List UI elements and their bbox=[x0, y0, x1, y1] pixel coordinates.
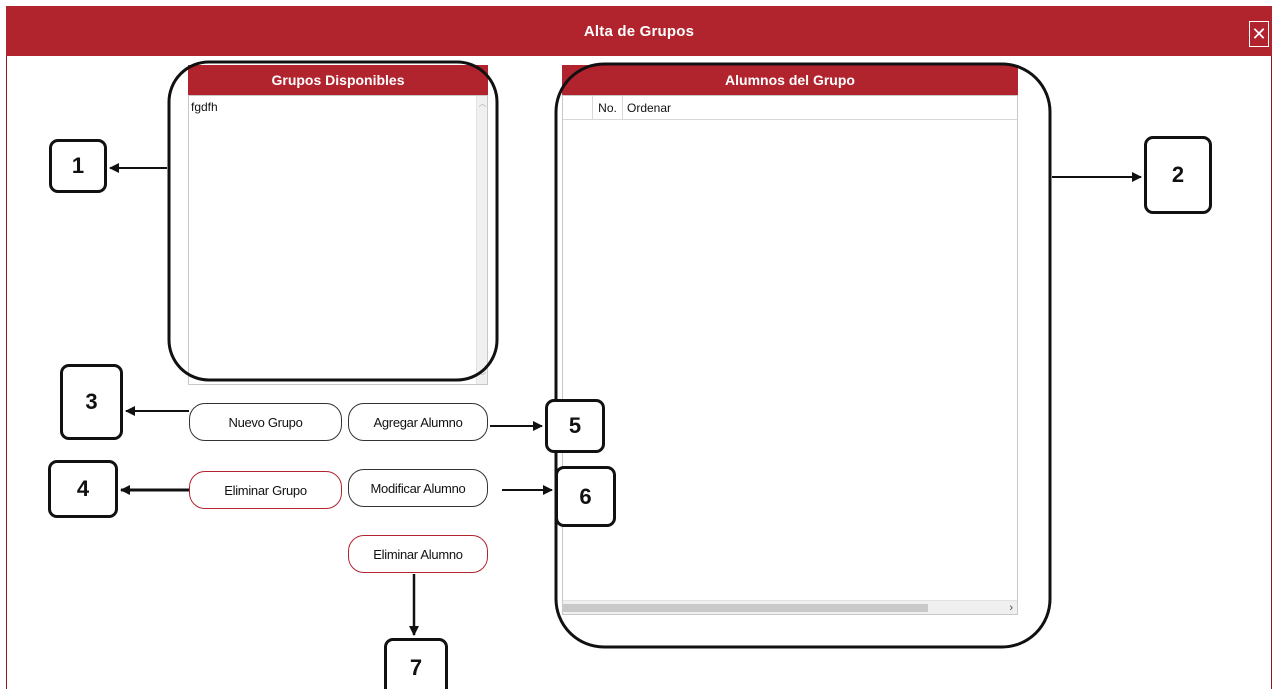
groups-vertical-scrollbar[interactable]: ︿ ﹀ bbox=[476, 96, 487, 384]
callout-2: 2 bbox=[1144, 136, 1212, 214]
students-panel-title: Alumnos del Grupo bbox=[725, 72, 855, 88]
students-panel-header: Alumnos del Grupo bbox=[562, 65, 1018, 95]
column-header-select bbox=[563, 96, 593, 120]
modificar-alumno-button[interactable]: Modificar Alumno bbox=[348, 469, 488, 507]
scroll-down-icon[interactable]: ﹀ bbox=[478, 371, 487, 382]
callout-1: 1 bbox=[49, 139, 107, 193]
group-list-item[interactable]: fgdfh bbox=[191, 100, 218, 114]
title-bar: Alta de Grupos ✕ bbox=[6, 6, 1272, 56]
groups-list[interactable]: fgdfh ︿ ﹀ bbox=[188, 95, 488, 385]
nuevo-grupo-button[interactable]: Nuevo Grupo bbox=[189, 403, 342, 441]
groups-panel-title: Grupos Disponibles bbox=[271, 72, 405, 88]
groups-panel-header: Grupos Disponibles bbox=[188, 65, 488, 95]
callout-4: 4 bbox=[48, 460, 118, 518]
students-table[interactable]: No. Ordenar › bbox=[562, 95, 1018, 615]
scrollbar-thumb[interactable] bbox=[563, 604, 928, 612]
callout-5: 5 bbox=[545, 399, 605, 453]
close-button[interactable]: ✕ bbox=[1249, 21, 1269, 47]
callout-3: 3 bbox=[60, 364, 123, 440]
callout-7: 7 bbox=[384, 638, 448, 689]
students-horizontal-scrollbar[interactable]: › bbox=[563, 600, 1017, 614]
table-header-row: No. Ordenar bbox=[563, 96, 1017, 120]
scroll-up-icon[interactable]: ︿ bbox=[478, 98, 487, 109]
agregar-alumno-button[interactable]: Agregar Alumno bbox=[348, 403, 488, 441]
callout-6: 6 bbox=[555, 466, 616, 527]
scroll-right-icon[interactable]: › bbox=[1009, 601, 1013, 615]
column-header-ordenar[interactable]: Ordenar bbox=[627, 96, 671, 120]
close-icon: ✕ bbox=[1251, 24, 1267, 44]
eliminar-grupo-button[interactable]: Eliminar Grupo bbox=[189, 471, 342, 509]
eliminar-alumno-button[interactable]: Eliminar Alumno bbox=[348, 535, 488, 573]
dialog-title: Alta de Grupos bbox=[583, 22, 695, 40]
column-header-number[interactable]: No. bbox=[593, 96, 623, 120]
